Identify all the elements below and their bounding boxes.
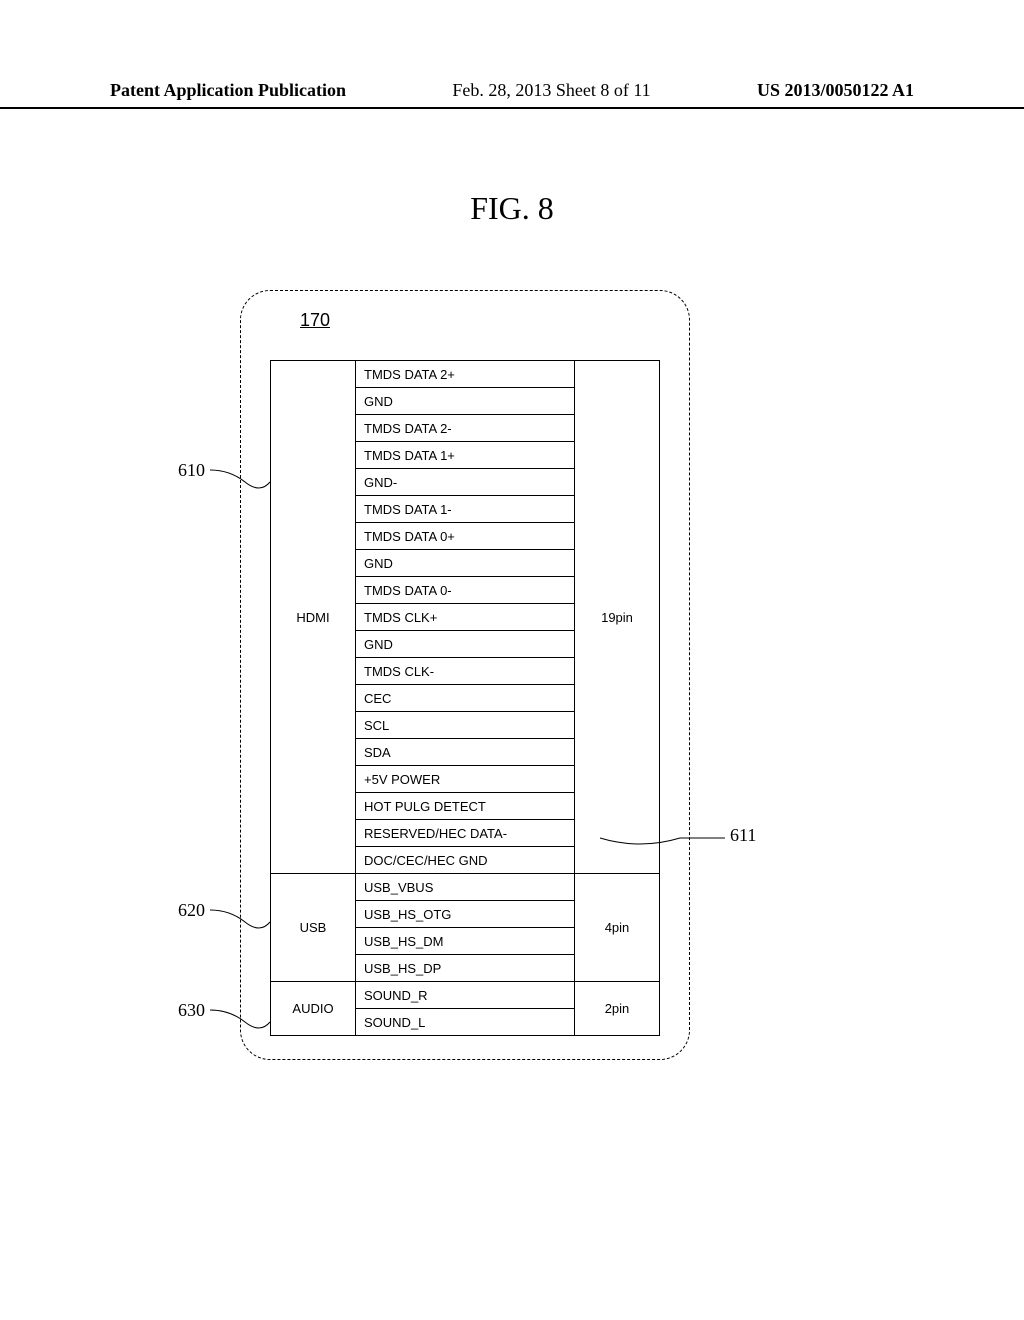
ref-630: 630	[178, 1000, 205, 1021]
signal-cell: CEC	[356, 685, 575, 712]
diagram-170: 170 HDMITMDS DATA 2+19pinGNDTMDS DATA 2-…	[240, 290, 690, 1060]
figure-title: FIG. 8	[0, 190, 1024, 227]
pin-count: 2pin	[575, 982, 660, 1036]
pin-count: 19pin	[575, 361, 660, 874]
signal-cell: DOC/CEC/HEC GND	[356, 847, 575, 874]
group-label: USB	[271, 874, 356, 982]
ref-620: 620	[178, 900, 205, 921]
signal-cell: SOUND_L	[356, 1009, 575, 1036]
signal-cell: TMDS DATA 2+	[356, 361, 575, 388]
group-label: AUDIO	[271, 982, 356, 1036]
header-left: Patent Application Publication	[110, 80, 346, 101]
signal-cell: +5V POWER	[356, 766, 575, 793]
ref-611: 611	[730, 825, 756, 846]
header-right: US 2013/0050122 A1	[757, 80, 914, 101]
signal-cell: SDA	[356, 739, 575, 766]
signal-cell: GND	[356, 550, 575, 577]
table-row: USBUSB_VBUS4pin	[271, 874, 660, 901]
signal-cell: GND-	[356, 469, 575, 496]
signal-cell: TMDS DATA 1-	[356, 496, 575, 523]
page-header: Patent Application Publication Feb. 28, …	[0, 80, 1024, 109]
signal-cell: USB_HS_DP	[356, 955, 575, 982]
ref-170: 170	[300, 310, 330, 331]
header-center: Feb. 28, 2013 Sheet 8 of 11	[452, 80, 650, 101]
signal-cell: HOT PULG DETECT	[356, 793, 575, 820]
signal-cell: TMDS CLK+	[356, 604, 575, 631]
signal-cell: TMDS DATA 1+	[356, 442, 575, 469]
signal-cell: USB_HS_DM	[356, 928, 575, 955]
signal-cell: TMDS DATA 2-	[356, 415, 575, 442]
signal-cell: TMDS DATA 0+	[356, 523, 575, 550]
signal-cell: TMDS CLK-	[356, 658, 575, 685]
signal-cell: RESERVED/HEC DATA-	[356, 820, 575, 847]
pin-count: 4pin	[575, 874, 660, 982]
signal-cell: TMDS DATA 0-	[356, 577, 575, 604]
signal-cell: SCL	[356, 712, 575, 739]
table-row: AUDIOSOUND_R2pin	[271, 982, 660, 1009]
signal-cell: GND	[356, 388, 575, 415]
signal-cell: GND	[356, 631, 575, 658]
table-row: HDMITMDS DATA 2+19pin	[271, 361, 660, 388]
signal-cell: USB_HS_OTG	[356, 901, 575, 928]
pin-table: HDMITMDS DATA 2+19pinGNDTMDS DATA 2-TMDS…	[270, 360, 660, 1030]
page: Patent Application Publication Feb. 28, …	[0, 0, 1024, 1320]
signal-cell: SOUND_R	[356, 982, 575, 1009]
ref-610: 610	[178, 460, 205, 481]
signal-cell: USB_VBUS	[356, 874, 575, 901]
group-label: HDMI	[271, 361, 356, 874]
